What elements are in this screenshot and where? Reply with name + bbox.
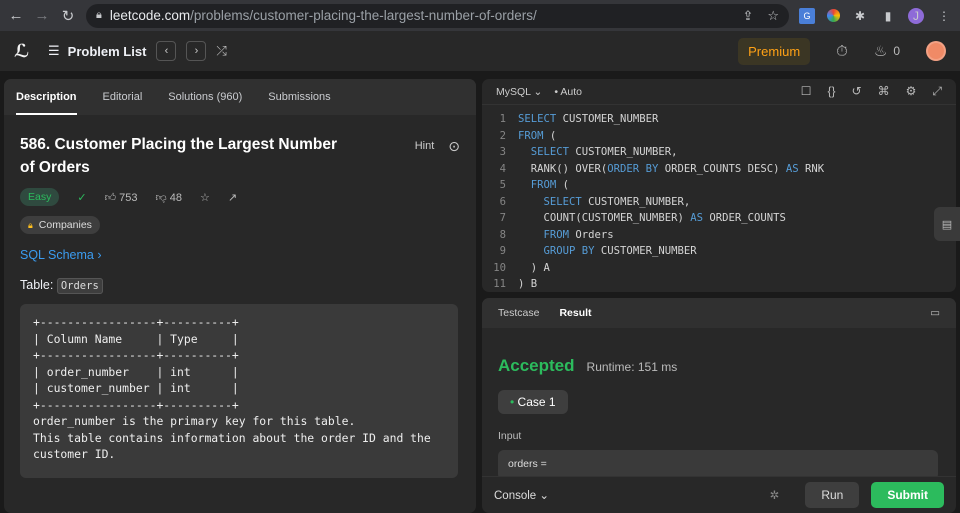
table-name-code: Orders (56, 278, 103, 294)
table-line: Table: Orders (20, 278, 460, 294)
reset-icon[interactable]: ↺ (852, 84, 862, 99)
flame-icon: ♨ (873, 43, 888, 60)
line-number: 9 (499, 245, 506, 257)
list-icon: ☰ (48, 43, 60, 58)
leetcode-logo-icon[interactable]: ℒ (14, 41, 32, 61)
line-number: 11 (493, 278, 506, 290)
panel-layout-icon[interactable]: ▭ (930, 307, 940, 319)
line-number: 2 (499, 129, 506, 142)
address-bar[interactable]: 🔒︎ leetcode.com/problems/customer-placin… (86, 3, 789, 28)
problem-title: 586. Customer Placing the Largest Number… (20, 136, 337, 176)
problem-list-button[interactable]: ☰ Problem List (48, 43, 146, 59)
prev-problem-button[interactable]: ‹ (156, 41, 177, 61)
menu-kebab-icon[interactable]: ⋮ (936, 8, 952, 24)
line-number: 1 (499, 113, 506, 125)
tab-solutions[interactable]: Solutions (960) (168, 91, 242, 103)
code-area[interactable]: 1 2 3 4 5 6 7 8 9 10 11 SELECT CUSTOMER_NUMBER FRO… (482, 105, 956, 292)
chevron-right-icon: › (97, 248, 102, 262)
action-bar: Console ⌄ ✲ Run Submit (482, 476, 956, 512)
leetcode-header: ℒ ☰ Problem List ‹ › ⤮ Premium ⏱ ♨ 0 (0, 31, 960, 71)
url-host: leetcode.com (109, 8, 191, 23)
translate-extension-icon[interactable]: G (799, 7, 815, 24)
runtime-text: Runtime: 151 ms (586, 360, 678, 374)
tab-editorial[interactable]: Editorial (103, 91, 143, 103)
tab-submissions[interactable]: Submissions (268, 91, 330, 103)
sql-schema-link[interactable]: SQL Schema › (20, 248, 460, 262)
profile-avatar[interactable]: J (908, 7, 924, 24)
code-lines[interactable]: SELECT CUSTOMER_NUMBER FROM ( SELECT CUS… (518, 111, 824, 292)
schema-code-block: +-----------------+----------+ | Column … (20, 304, 458, 478)
console-button[interactable]: Console ⌄ (494, 488, 549, 502)
lock-icon: 🔒︎ (28, 219, 33, 230)
favorite-star-icon[interactable]: ☆ (200, 191, 210, 204)
tab-description[interactable]: Description (16, 91, 77, 115)
line-number: 3 (499, 146, 506, 158)
thumbs-down-icon: 👎︎ (155, 191, 167, 204)
hint-button[interactable]: Hint (415, 140, 435, 152)
autocomplete-mode[interactable]: • Auto (554, 86, 582, 98)
like-button[interactable]: 👍︎ 753 (105, 191, 138, 204)
shuffle-icon[interactable]: ⤮ (216, 43, 226, 59)
lock-icon: 🔒︎ (96, 9, 102, 21)
workspace: Description Editorial Solutions (960) Su… (0, 71, 960, 513)
line-number: 8 (499, 228, 506, 241)
bookmark-star-icon[interactable]: ☆ (767, 8, 779, 24)
color-extension-icon[interactable] (827, 9, 840, 22)
timer-icon[interactable]: ⏱ (836, 43, 848, 60)
bookmark-icon[interactable]: ☐ (801, 84, 812, 99)
line-number: 5 (499, 179, 506, 191)
debug-icon[interactable]: ✲ (770, 488, 780, 502)
solved-check-icon: ✓ (77, 191, 87, 204)
premium-button[interactable]: Premium (738, 37, 811, 65)
sidebar-icon[interactable]: ▮ (880, 8, 896, 24)
more-options-icon[interactable]: ⊙ (448, 138, 460, 155)
code-editor-panel: MySQL ⌄ • Auto ☐ {} ↺ ⌘ ⚙ ⤢ 1 2 3 4 5 6 7 8 9 10 1… (482, 79, 956, 292)
language-select[interactable]: MySQL ⌄ (496, 86, 542, 98)
url-path: /problems/customer-placing-the-largest-n… (190, 8, 537, 23)
streak-counter[interactable]: ♨ 0 (874, 42, 900, 60)
share-icon[interactable]: ⇪ (742, 8, 753, 24)
dislike-button[interactable]: 👎︎ 48 (155, 191, 181, 204)
shortcuts-icon[interactable]: ⌘ (878, 84, 890, 99)
submit-button[interactable]: Submit (871, 481, 944, 508)
run-button[interactable]: Run (805, 481, 860, 508)
line-number: 6 (499, 195, 506, 208)
forward-icon[interactable]: → (34, 7, 50, 24)
extensions-puzzle-icon[interactable]: ✱ (852, 8, 868, 24)
line-number: 10 (493, 261, 506, 274)
pass-dot-icon: • (510, 395, 515, 409)
format-braces-icon[interactable]: {} (828, 84, 836, 99)
description-tabs: Description Editorial Solutions (960) Su… (4, 79, 476, 115)
next-problem-button[interactable]: › (186, 41, 207, 61)
note-icon: ▤ (941, 218, 953, 231)
line-number: 4 (499, 162, 506, 175)
notes-side-tab[interactable]: ▤ (934, 207, 960, 241)
browser-toolbar: ← → ↻ 🔒︎ leetcode.com/problems/customer-… (0, 0, 960, 31)
status-accepted: Accepted (498, 356, 575, 375)
reload-icon[interactable]: ↻ (60, 8, 76, 25)
fullscreen-icon[interactable]: ⤢ (932, 84, 942, 99)
case-1-button[interactable]: • Case 1 (498, 390, 568, 414)
settings-gear-icon[interactable]: ⚙ (906, 84, 917, 99)
tab-result[interactable]: Result (559, 307, 591, 319)
thumbs-up-icon: 👍︎ (104, 191, 117, 204)
share-link-icon[interactable]: ↗ (228, 191, 237, 204)
input-label: Input (498, 430, 522, 442)
line-number: 7 (499, 212, 506, 224)
back-icon[interactable]: ← (8, 7, 24, 24)
line-numbers: 1 2 3 4 5 6 7 8 9 10 11 (482, 111, 518, 292)
tab-testcase[interactable]: Testcase (498, 307, 539, 319)
user-avatar[interactable] (926, 41, 946, 61)
difficulty-badge: Easy (20, 188, 60, 206)
companies-tag[interactable]: 🔒︎ Companies (20, 216, 100, 234)
description-panel: Description Editorial Solutions (960) Su… (4, 79, 476, 513)
